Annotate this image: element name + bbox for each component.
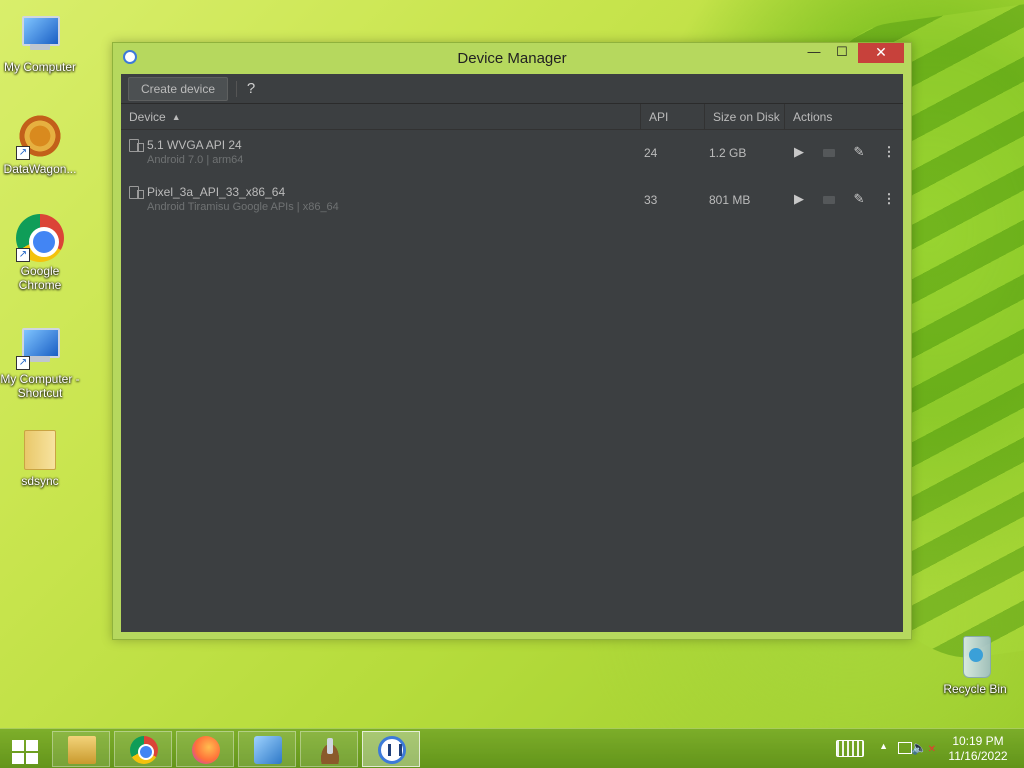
close-button[interactable]: ✕ <box>858 43 904 63</box>
folder-icon[interactable] <box>819 142 839 162</box>
device-manager-panel: Create device ? Device ▲ API Size on Disk… <box>121 74 903 632</box>
desktop-icon-label: Recycle Bin <box>943 682 1007 696</box>
desktop-icon-my-computer-shortcut[interactable]: ↗ My Computer - Shortcut <box>0 322 80 400</box>
chrome-icon: ↗ <box>16 214 64 262</box>
minimize-button[interactable]: — <box>801 43 827 63</box>
windows-logo-icon <box>12 740 24 751</box>
taskbar-file-explorer[interactable] <box>52 731 110 767</box>
column-header-device[interactable]: Device ▲ <box>121 104 641 130</box>
device-details: Android 7.0 | arm64 <box>147 154 244 166</box>
desktop-icon-label: My Computer <box>3 60 77 74</box>
window-title: Device Manager <box>457 50 567 67</box>
table-row[interactable]: Pixel_3a_API_33_x86_64 Android Tiramisu … <box>121 177 903 224</box>
start-button[interactable] <box>4 733 44 765</box>
network-icon[interactable] <box>898 742 912 754</box>
run-icon[interactable]: ▶ <box>789 142 809 162</box>
device-icon <box>129 186 144 199</box>
folder-icon <box>16 424 64 472</box>
shortcut-arrow-icon: ↗ <box>16 248 30 262</box>
desktop-icon-my-computer[interactable]: My Computer <box>0 10 80 74</box>
folder-icon[interactable] <box>819 189 839 209</box>
run-icon[interactable]: ▶ <box>789 189 809 209</box>
taskbar-firefox[interactable] <box>176 731 234 767</box>
device-name: Pixel_3a_API_33_x86_64 <box>147 185 286 199</box>
desktop-icon-chrome[interactable]: ↗ Google Chrome <box>0 214 80 292</box>
recycle-bin-icon <box>951 632 999 680</box>
device-name: 5.1 WVGA API 24 <box>147 138 242 152</box>
title-bar[interactable]: Device Manager — ☐ ✕ <box>113 43 911 73</box>
maximize-button[interactable]: ☐ <box>829 43 855 63</box>
more-icon[interactable]: ⋮ <box>879 189 899 209</box>
clock-time: 10:19 PM <box>952 734 1004 748</box>
more-icon[interactable]: ⋮ <box>879 142 899 162</box>
column-header-actions: Actions <box>793 110 833 124</box>
volume-muted-icon[interactable]: 🔈✕ <box>911 740 936 756</box>
desktop-icon-recycle-bin[interactable]: Recycle Bin <box>935 632 1015 696</box>
chrome-icon <box>130 736 158 764</box>
device-details: Android Tiramisu Google APIs | x86_64 <box>147 201 339 213</box>
android-studio-icon <box>378 736 406 764</box>
clock-date: 11/16/2022 <box>948 749 1008 763</box>
taskbar-chrome[interactable] <box>114 731 172 767</box>
taskbar-control-panel[interactable] <box>238 731 296 767</box>
device-size: 801 MB <box>709 193 751 207</box>
taskbar-tool[interactable] <box>300 731 358 767</box>
sort-ascending-icon: ▲ <box>171 112 181 122</box>
create-device-button[interactable]: Create device <box>128 77 228 101</box>
device-size: 1.2 GB <box>709 146 747 160</box>
firefox-icon <box>192 736 220 764</box>
device-icon <box>129 139 144 152</box>
control-panel-icon <box>254 736 282 764</box>
device-manager-window: Device Manager — ☐ ✕ Create device ? Dev… <box>112 42 912 640</box>
desktop-icon-label: DataWagon... <box>3 162 77 176</box>
show-hidden-icons-button[interactable]: ▲ <box>879 741 888 751</box>
edit-icon[interactable]: ✎ <box>849 142 869 162</box>
file-explorer-icon <box>68 736 96 764</box>
taskbar: ▲ 🔈✕ 10:19 PM 11/16/2022 <box>0 728 1024 768</box>
desktop-icon-datawagon[interactable]: ↗ DataWagon... <box>0 112 80 176</box>
desktop-icon-label: Google Chrome <box>18 264 62 292</box>
keyboard-icon[interactable] <box>836 740 864 757</box>
tool-icon <box>316 736 344 764</box>
edit-icon[interactable]: ✎ <box>849 189 869 209</box>
clock[interactable]: 10:19 PM 11/16/2022 <box>946 734 1010 764</box>
taskbar-android-studio[interactable] <box>362 731 420 767</box>
system-tray: ▲ 🔈✕ 10:19 PM 11/16/2022 <box>804 729 1024 768</box>
toolbar: Create device ? <box>121 74 903 104</box>
shortcut-arrow-icon: ↗ <box>16 356 30 370</box>
shortcut-arrow-icon: ↗ <box>16 146 30 160</box>
datawagon-icon: ↗ <box>16 112 64 160</box>
column-header-size[interactable]: Size on Disk <box>705 104 785 130</box>
column-header-label: Device <box>129 110 166 124</box>
device-api: 24 <box>644 146 658 160</box>
toolbar-separator <box>236 81 237 97</box>
desktop-icon-label: sdsync <box>21 474 59 488</box>
column-header-api[interactable]: API <box>641 104 705 130</box>
help-button[interactable]: ? <box>243 79 259 99</box>
computer-icon <box>16 10 64 58</box>
computer-icon: ↗ <box>16 322 64 370</box>
desktop-icon-sdsync[interactable]: sdsync <box>0 424 80 488</box>
desktop-icon-label: My Computer - Shortcut <box>0 372 80 400</box>
device-api: 33 <box>644 193 658 207</box>
table-header: Device ▲ API Size on Disk Actions <box>121 104 903 130</box>
table-row[interactable]: 5.1 WVGA API 24 Android 7.0 | arm64 24 1… <box>121 130 903 177</box>
